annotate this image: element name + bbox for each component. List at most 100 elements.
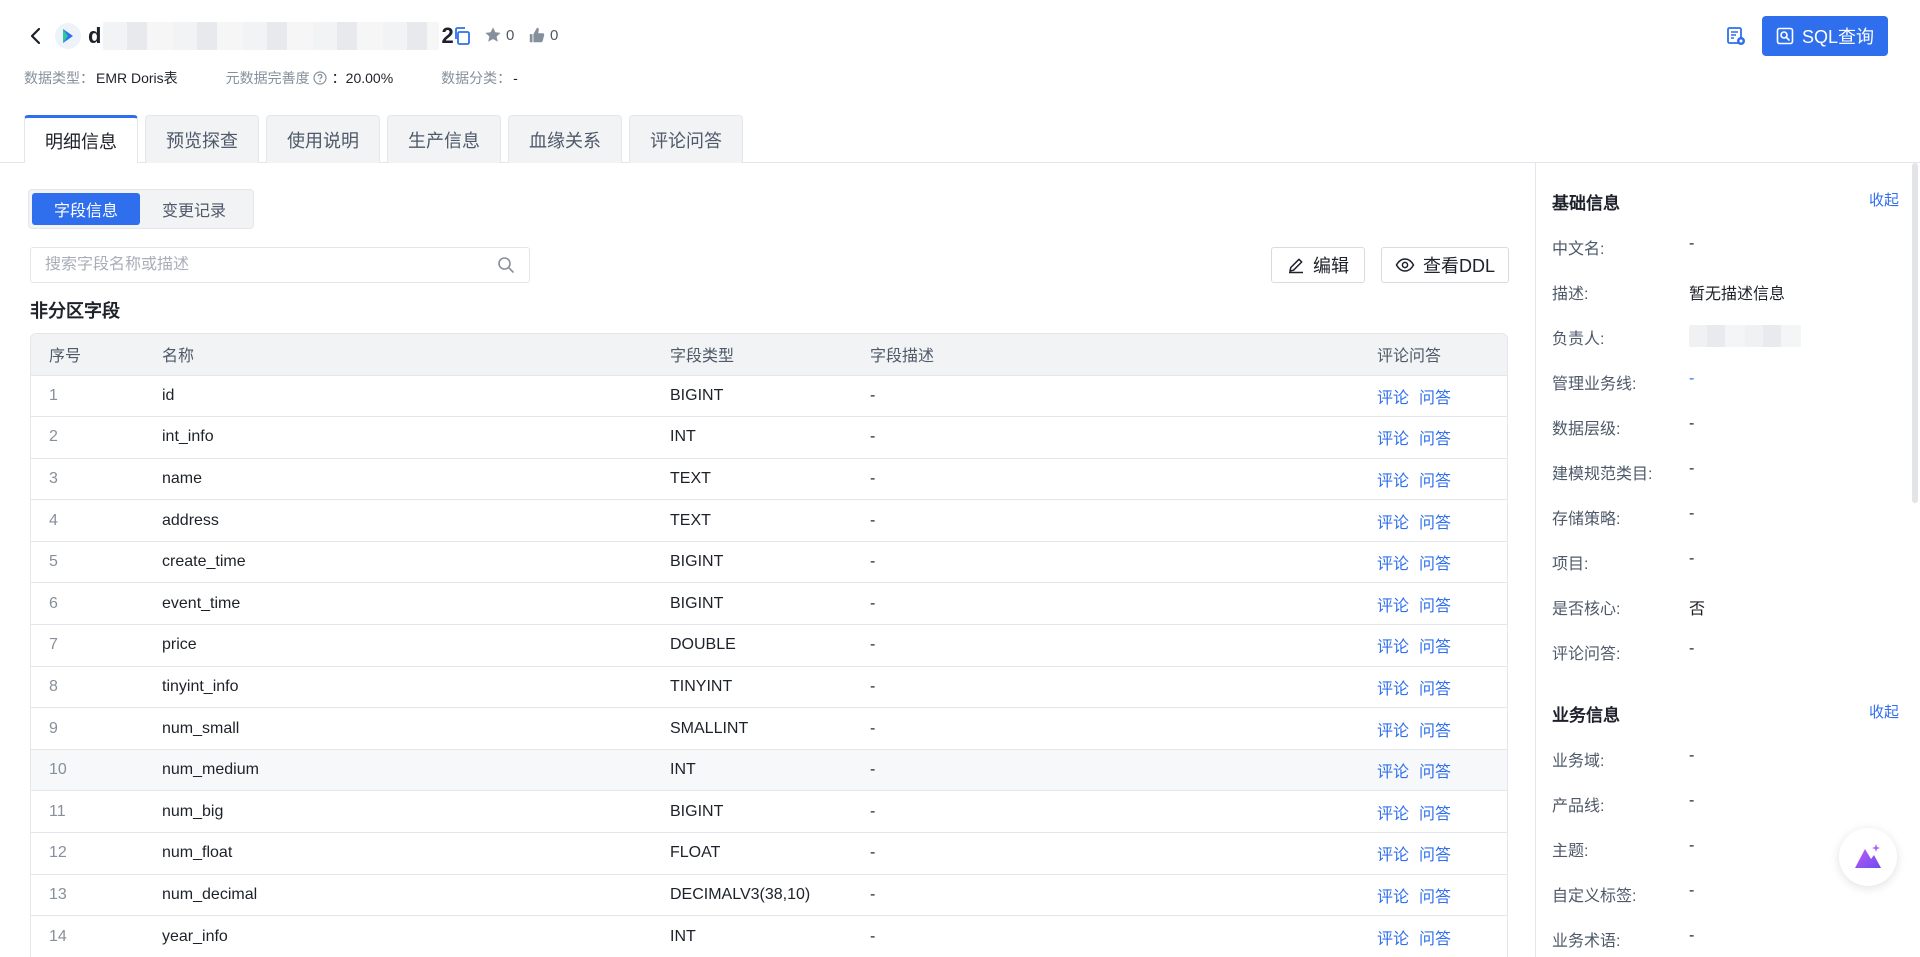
comment-link[interactable]: 评论 — [1377, 723, 1409, 740]
field-type: TINYINT — [670, 677, 733, 695]
meta-value: - — [513, 70, 518, 86]
collapse-business-button[interactable]: 收起 — [1869, 701, 1899, 726]
field-search — [30, 247, 530, 283]
back-arrow-icon[interactable] — [24, 25, 46, 47]
qa-link[interactable]: 问答 — [1419, 639, 1451, 656]
qa-link[interactable]: 问答 — [1419, 681, 1451, 698]
comment-link[interactable]: 评论 — [1377, 598, 1409, 615]
column-header: 字段类型 — [670, 348, 735, 366]
info-value: - — [1689, 747, 1695, 764]
qa-link[interactable]: 问答 — [1419, 889, 1451, 906]
comment-link[interactable]: 评论 — [1377, 639, 1409, 656]
ai-assistant-button[interactable] — [1839, 828, 1897, 886]
help-circle-icon[interactable] — [313, 71, 327, 85]
report-settings-icon[interactable] — [1726, 26, 1748, 48]
redacted-owner — [1689, 325, 1801, 347]
sql-query-button[interactable]: SQL查询 — [1762, 16, 1888, 56]
field-name: num_decimal — [162, 885, 258, 903]
info-label: 负责人: — [1552, 331, 1605, 348]
copy-icon[interactable] — [452, 26, 472, 46]
field-actions: 评论 问答 — [1359, 749, 1507, 791]
meta-value: ：20.00% — [331, 70, 394, 86]
qa-link[interactable]: 问答 — [1419, 556, 1451, 573]
field-name: num_big — [162, 802, 224, 820]
field-description: - — [870, 927, 876, 945]
comment-link[interactable]: 评论 — [1377, 889, 1409, 906]
field-index: 6 — [49, 594, 58, 612]
field-name: num_medium — [162, 761, 259, 779]
edit-button[interactable]: 编辑 — [1271, 247, 1365, 283]
qa-link[interactable]: 问答 — [1419, 431, 1451, 448]
meta-classification: 数据分类： - — [441, 68, 518, 88]
segment-field-info[interactable]: 字段信息 — [32, 193, 140, 225]
field-description: - — [870, 677, 876, 695]
qa-link[interactable]: 问答 — [1419, 598, 1451, 615]
table-row: 5 create_time BIGINT - 评论 问答 — [31, 541, 1507, 583]
info-value: - — [1689, 550, 1695, 567]
field-description: - — [870, 885, 876, 903]
info-row: 评论问答: - — [1552, 640, 1694, 664]
panel-scrollbar[interactable] — [1912, 163, 1918, 503]
comment-link[interactable]: 评论 — [1377, 390, 1409, 407]
comment-link[interactable]: 评论 — [1377, 556, 1409, 573]
field-index: 8 — [49, 677, 58, 695]
qa-link[interactable]: 问答 — [1419, 764, 1451, 781]
segment-change-log[interactable]: 变更记录 — [140, 193, 248, 225]
meta-label: 元数据完善度 — [225, 70, 310, 86]
column-header: 序号 — [49, 348, 82, 366]
edit-label: 编辑 — [1313, 256, 1349, 276]
qa-link[interactable]: 问答 — [1419, 390, 1451, 407]
like-button[interactable]: 0 — [528, 26, 558, 44]
info-label: 自定义标签: — [1552, 888, 1637, 905]
collapse-basic-button[interactable]: 收起 — [1869, 189, 1899, 214]
comment-link[interactable]: 评论 — [1377, 431, 1409, 448]
info-label: 评论问答: — [1552, 646, 1621, 663]
info-label: 业务术语: — [1552, 933, 1621, 950]
tab-usage[interactable]: 使用说明 — [266, 115, 380, 163]
qa-link[interactable]: 问答 — [1419, 931, 1451, 948]
table-row: 10 num_medium INT - 评论 问答 — [31, 749, 1507, 791]
info-row: 中文名: - — [1552, 235, 1694, 259]
favorite-button[interactable]: 0 — [484, 26, 514, 44]
qa-link[interactable]: 问答 — [1419, 473, 1451, 490]
field-name: num_float — [162, 844, 233, 862]
comment-link[interactable]: 评论 — [1377, 515, 1409, 532]
info-label: 产品线: — [1552, 798, 1605, 815]
field-actions: 评论 问答 — [1359, 916, 1507, 957]
info-label: 描述: — [1552, 286, 1589, 303]
comment-link[interactable]: 评论 — [1377, 931, 1409, 948]
comment-link[interactable]: 评论 — [1377, 681, 1409, 698]
tab-production[interactable]: 生产信息 — [387, 115, 501, 163]
info-label: 业务域: — [1552, 753, 1605, 770]
meta-label: 数据分类： — [441, 70, 512, 86]
field-search-input[interactable] — [45, 256, 497, 274]
table-title: d 2 — [88, 18, 454, 54]
field-index: 1 — [49, 386, 58, 404]
qa-link[interactable]: 问答 — [1419, 806, 1451, 823]
qa-link[interactable]: 问答 — [1419, 847, 1451, 864]
qa-link[interactable]: 问答 — [1419, 723, 1451, 740]
info-label: 中文名: — [1552, 241, 1605, 258]
comment-link[interactable]: 评论 — [1377, 806, 1409, 823]
tab-lineage[interactable]: 血缘关系 — [508, 115, 622, 163]
tab-preview[interactable]: 预览探查 — [145, 115, 259, 163]
field-actions: 评论 问答 — [1359, 458, 1507, 500]
search-icon[interactable] — [497, 256, 515, 274]
field-actions: 评论 问答 — [1359, 375, 1507, 417]
like-count: 0 — [550, 26, 559, 44]
tab-comments[interactable]: 评论问答 — [629, 115, 743, 163]
field-type: TEXT — [670, 469, 711, 487]
tab-detail[interactable]: 明细信息 — [24, 115, 138, 164]
qa-link[interactable]: 问答 — [1419, 515, 1451, 532]
info-value: - — [1689, 882, 1695, 899]
comment-link[interactable]: 评论 — [1377, 847, 1409, 864]
field-type: FLOAT — [670, 844, 721, 862]
comment-link[interactable]: 评论 — [1377, 473, 1409, 490]
field-index: 2 — [49, 428, 58, 446]
comment-link[interactable]: 评论 — [1377, 764, 1409, 781]
view-ddl-button[interactable]: 查看DDL — [1381, 247, 1509, 283]
pencil-icon — [1289, 258, 1303, 274]
field-actions: 评论 问答 — [1359, 833, 1507, 875]
field-type: BIGINT — [670, 594, 724, 612]
info-value[interactable]: - — [1689, 370, 1694, 394]
